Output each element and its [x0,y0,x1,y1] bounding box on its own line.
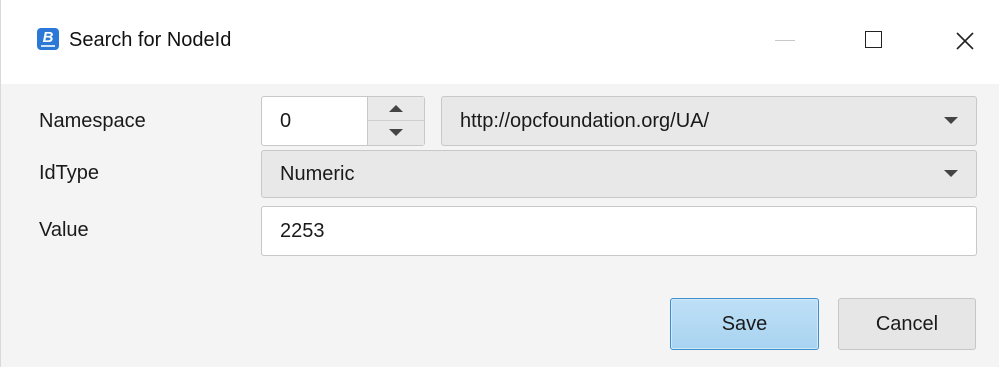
maximize-icon[interactable] [852,18,898,62]
decrement-arrow-icon[interactable] [368,121,424,145]
close-icon[interactable] [942,18,988,62]
increment-arrow-icon[interactable] [368,97,424,121]
close-glyph [956,32,974,50]
save-button[interactable]: Save [670,298,819,350]
idtype-dropdown[interactable]: Numeric [261,150,977,198]
idtype-label: IdType [39,162,100,184]
title-bar[interactable]: B Search for NodeId [1,0,999,84]
namespace-index-spinner[interactable]: 0 [261,96,425,146]
dialog-window: B Search for NodeId Namespace 0 http://o… [0,0,999,367]
cancel-button[interactable]: Cancel [838,298,976,350]
value-label: Value [39,219,89,241]
value-input[interactable]: 2253 [261,206,977,256]
value-input-text[interactable]: 2253 [280,220,325,243]
spinner-buttons [367,97,424,145]
namespace-uri-selected: http://opcfoundation.org/UA/ [460,110,710,132]
namespace-label: Namespace [39,110,146,132]
namespace-uri-dropdown[interactable]: http://opcfoundation.org/UA/ [441,96,977,146]
app-logo-icon: B [37,28,59,50]
idtype-selected: Numeric [280,163,355,185]
chevron-down-icon [944,117,958,124]
window-title: Search for NodeId [69,29,232,51]
chevron-down-icon [944,170,958,177]
minimize-icon[interactable] [763,18,809,62]
namespace-index-value[interactable]: 0 [280,110,291,133]
